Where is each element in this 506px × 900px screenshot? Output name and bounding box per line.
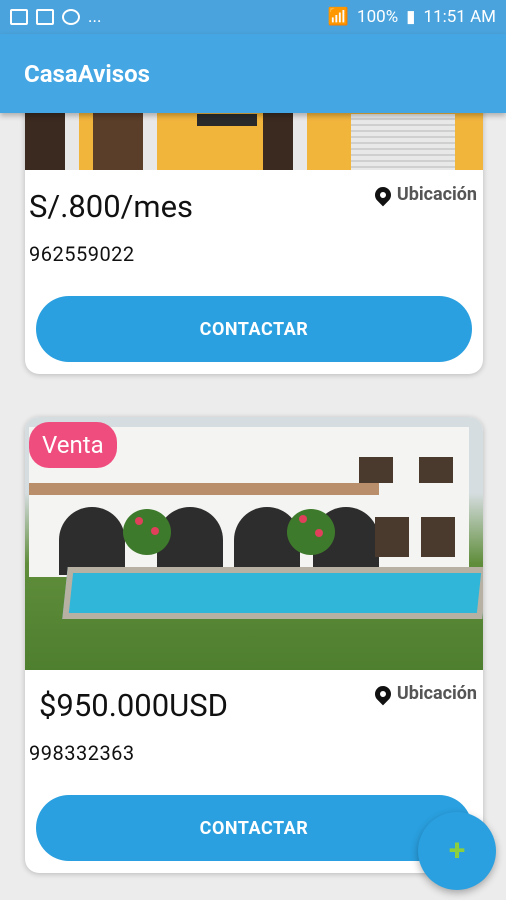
listing-phone: 998332363 bbox=[29, 741, 135, 765]
location-pin-icon bbox=[371, 183, 395, 206]
location-label: Ubicación bbox=[396, 184, 477, 205]
listing-price: $950.000USD bbox=[39, 687, 228, 724]
gallery-notification-icon bbox=[10, 9, 28, 25]
location-label: Ubicación bbox=[396, 683, 477, 704]
listing-price: S/.800/mes bbox=[29, 188, 194, 225]
add-listing-fab[interactable]: + bbox=[418, 812, 496, 890]
location-link[interactable]: Ubicación bbox=[371, 682, 477, 705]
clock: 11:51 AM bbox=[423, 7, 496, 27]
listing-card[interactable]: Venta Ubicación $950.000USD 998332363 CO… bbox=[25, 417, 483, 873]
contact-button[interactable]: CONTACTAR bbox=[36, 296, 472, 362]
app-title: CasaAvisos bbox=[24, 59, 150, 88]
twitch-notification-icon bbox=[36, 9, 54, 25]
sale-badge: Venta bbox=[29, 422, 117, 468]
location-link[interactable]: Ubicación bbox=[371, 183, 477, 206]
contact-button[interactable]: CONTACTAR bbox=[36, 795, 472, 861]
wifi-icon: 📶 bbox=[327, 7, 350, 27]
plus-icon: + bbox=[448, 833, 466, 868]
battery-icon: ▮ bbox=[406, 7, 416, 27]
location-pin-icon bbox=[371, 682, 395, 705]
more-notifications: ... bbox=[88, 7, 102, 27]
listing-card[interactable]: Ubicación S/.800/mes 962559022 CONTACTAR bbox=[25, 86, 483, 374]
app-notification-icon bbox=[62, 9, 80, 25]
status-bar: ... 📶 100% ▮ 11:51 AM bbox=[0, 0, 506, 34]
battery-level: 100% bbox=[357, 7, 399, 27]
app-bar: CasaAvisos bbox=[0, 34, 506, 113]
listing-phone: 962559022 bbox=[29, 242, 135, 266]
